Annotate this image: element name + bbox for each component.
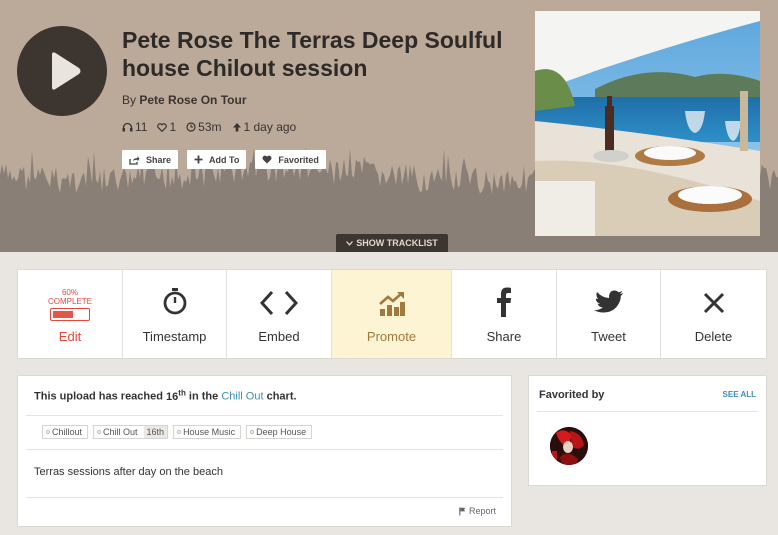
chart-link[interactable]: Chill Out [221,391,263,403]
tweet-label: Tweet [591,329,626,344]
cover-image [535,11,760,236]
upload-info-panel: This upload has reached 16th in the Chil… [17,375,512,527]
tag-label: House Music [183,427,236,437]
chart-middle: in the [188,390,219,403]
edit-percent: 60% [61,288,78,297]
timestamp-action[interactable]: Timestamp [123,270,227,358]
tag-list: Chillout Chill Out 16th House Music Deep… [42,425,313,439]
share-header-button[interactable]: Share [122,150,179,169]
divider [26,449,503,450]
promote-action[interactable]: Promote [332,270,452,358]
facebook-icon [497,287,511,317]
embed-action[interactable]: Embed [227,270,332,358]
header-buttons: Share Add To Favorited [122,150,326,169]
divider [537,411,758,412]
tag-dot-icon [46,430,50,434]
tag-chill-out[interactable]: Chill Out 16th [93,425,169,439]
show-tracklist-button[interactable]: SHOW TRACKLIST [336,234,448,252]
tag-deep-house[interactable]: Deep House [246,425,313,439]
chart-growth-icon [378,292,405,316]
action-bar: 60% COMPLETE Edit Timestamp Embed Promot… [17,269,767,359]
share-header-label: Share [146,154,172,165]
arrow-up-icon [232,123,241,132]
chart-rank: 16th [166,388,186,403]
report-label: Report [468,506,496,516]
flag-icon [459,507,466,515]
chart-prefix: This upload has reached [34,390,163,403]
byline: By Pete Rose On Tour [122,93,247,107]
edit-progress-text: 60% COMPLETE [18,288,122,306]
stopwatch-icon [163,288,186,315]
chart-position-text: This upload has reached 16th in the Chil… [34,388,297,403]
favorites-count: 1 [169,120,177,134]
duration-value: 53m [198,120,222,134]
tag-dot-icon [250,430,255,434]
report-link[interactable]: Report [459,506,496,516]
add-to-label: Add To [209,154,240,165]
chart-suffix: chart. [266,390,297,403]
edit-complete: COMPLETE [47,297,92,306]
tag-rank-badge: 16th [143,426,168,438]
edit-progress-fill [53,311,74,318]
see-all-link[interactable]: SEE ALL [723,390,756,399]
edit-action[interactable]: 60% COMPLETE Edit [18,270,123,358]
tag-dot-icon [97,430,102,434]
close-icon [703,292,724,314]
favorited-by-title: Favorited by [539,389,605,401]
add-to-button[interactable]: Add To [187,150,247,169]
share-icon [129,155,140,165]
favorites-stat: 1 [157,120,176,134]
uploaded-value: 1 day ago [243,120,297,134]
favorited-label: Favorited [278,154,319,165]
twitter-icon [593,290,623,313]
promote-label: Promote [366,329,417,344]
favorited-by-panel: Favorited by SEE ALL [528,375,767,486]
uploaded-stat: 1 day ago [232,120,297,134]
embed-label: Embed [258,329,300,344]
plays-count: 11 [135,120,148,134]
duration-stat: 53m [186,120,222,134]
divider [26,415,503,416]
share-label: Share [486,329,522,344]
delete-action[interactable]: Delete [661,270,766,358]
delete-label: Delete [694,329,733,344]
edit-progress-bar [50,308,90,321]
plays-stat: 11 [122,120,147,134]
track-title: Pete Rose The Terras Deep Soulful house … [122,27,503,81]
track-description: Terras sessions after day on the beach [34,466,223,478]
tag-label: Chillout [52,427,83,437]
player-header: Pete Rose The Terras Deep Soulful house … [0,0,778,252]
artist-link[interactable]: Pete Rose On Tour [139,93,246,107]
headphones-icon [122,122,133,132]
play-icon [52,52,81,90]
heart-outline-icon [157,122,168,132]
code-icon [260,290,298,316]
chart-rank-number: 16 [166,390,179,403]
clock-icon [186,122,196,132]
tag-house-music[interactable]: House Music [173,425,242,439]
avatar[interactable] [550,427,588,465]
chevron-down-icon [346,240,354,246]
chart-rank-suffix: th [178,388,186,397]
favorited-button[interactable]: Favorited [255,150,326,169]
timestamp-label: Timestamp [142,329,207,344]
edit-label: Edit [58,329,82,344]
tag-chillout[interactable]: Chillout [42,425,89,439]
track-stats: 11 1 53m 1 day ago [122,120,296,134]
tracklist-label: SHOW TRACKLIST [356,238,438,248]
heart-icon [262,155,272,164]
by-prefix: By [122,93,137,107]
divider [26,497,503,498]
play-button[interactable] [17,26,107,116]
tag-label: Deep House [256,427,307,437]
share-action[interactable]: Share [452,270,557,358]
avatar-image [550,427,588,465]
cover-artwork[interactable] [535,11,760,236]
tag-label: Chill Out [103,427,138,437]
plus-icon [194,155,203,164]
tweet-action[interactable]: Tweet [557,270,661,358]
tag-dot-icon [177,430,182,434]
